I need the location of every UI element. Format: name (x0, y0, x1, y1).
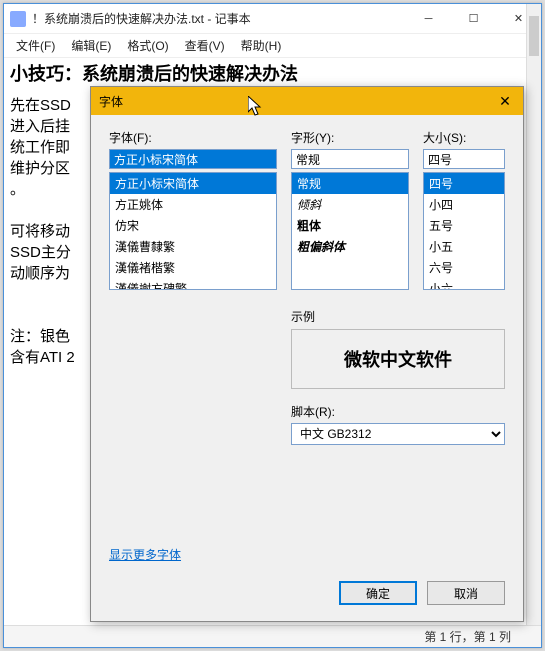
font-list-item[interactable]: 漢儀曹隸繁 (110, 236, 276, 257)
dialog-titlebar: 字体 ✕ (91, 87, 523, 115)
sample-preview: 微软中文软件 (291, 329, 505, 389)
script-label: 脚本(R): (291, 403, 505, 420)
style-list-item[interactable]: 常规 (292, 173, 408, 194)
menubar: 文件(F)编辑(E)格式(O)查看(V)帮助(H) (4, 34, 541, 58)
font-dialog: 字体 ✕ 字体(F): 方正小标宋简体方正姚体仿宋漢儀曹隸繁漢儀褚楷繁漢儀謝方碑… (90, 86, 524, 622)
style-list-item[interactable]: 粗偏斜体 (292, 236, 408, 257)
style-label: 字形(Y): (291, 129, 409, 146)
style-list[interactable]: 常规倾斜粗体粗偏斜体 (291, 172, 409, 290)
size-list-item[interactable]: 五号 (424, 215, 504, 236)
size-list-item[interactable]: 六号 (424, 257, 504, 278)
scrollbar[interactable] (526, 4, 541, 647)
scrollbar-thumb[interactable] (529, 16, 539, 56)
font-list[interactable]: 方正小标宋简体方正姚体仿宋漢儀曹隸繁漢儀褚楷繁漢儀謝方碑繁漢儀柳楷繁 (109, 172, 277, 290)
document-heading: 小技巧：系统崩溃后的快速解决办法 (10, 62, 535, 87)
cancel-button[interactable]: 取消 (427, 581, 505, 605)
dialog-close-button[interactable]: ✕ (495, 91, 515, 111)
size-list-item[interactable]: 小六 (424, 278, 504, 290)
menu-item[interactable]: 文件(F) (8, 34, 63, 57)
window-title: ！系统崩溃后的快速解决办法.txt - 记事本 (32, 10, 406, 27)
sample-label: 示例 (291, 308, 505, 325)
titlebar: ！系统崩溃后的快速解决办法.txt - 记事本 ─ ☐ ✕ (4, 4, 541, 34)
statusbar: 第 1 行，第 1 列 (4, 625, 541, 647)
maximize-button[interactable]: ☐ (451, 4, 496, 33)
font-list-item[interactable]: 漢儀褚楷繁 (110, 257, 276, 278)
ok-button[interactable]: 确定 (339, 581, 417, 605)
minimize-button[interactable]: ─ (406, 4, 451, 33)
font-label: 字体(F): (109, 129, 277, 146)
font-list-item[interactable]: 仿宋 (110, 215, 276, 236)
dialog-title: 字体 (99, 93, 495, 110)
font-list-item[interactable]: 方正姚体 (110, 194, 276, 215)
size-list-item[interactable]: 四号 (424, 173, 504, 194)
style-list-item[interactable]: 倾斜 (292, 194, 408, 215)
style-list-item[interactable]: 粗体 (292, 215, 408, 236)
menu-item[interactable]: 编辑(E) (63, 34, 119, 57)
size-label: 大小(S): (423, 129, 505, 146)
menu-item[interactable]: 查看(V) (177, 34, 233, 57)
font-input[interactable] (109, 149, 277, 169)
script-select[interactable]: 中文 GB2312 (291, 423, 505, 445)
menu-item[interactable]: 帮助(H) (233, 34, 290, 57)
font-list-item[interactable]: 漢儀謝方碑繁 (110, 278, 276, 290)
cursor-position: 第 1 行，第 1 列 (424, 628, 511, 645)
style-input[interactable] (291, 149, 409, 169)
size-input[interactable] (423, 149, 505, 169)
more-fonts-link[interactable]: 显示更多字体 (109, 546, 181, 563)
size-list[interactable]: 四号小四五号小五六号小六七号 (423, 172, 505, 290)
size-list-item[interactable]: 小五 (424, 236, 504, 257)
font-list-item[interactable]: 方正小标宋简体 (110, 173, 276, 194)
app-icon (10, 11, 26, 27)
menu-item[interactable]: 格式(O) (119, 34, 176, 57)
size-list-item[interactable]: 小四 (424, 194, 504, 215)
